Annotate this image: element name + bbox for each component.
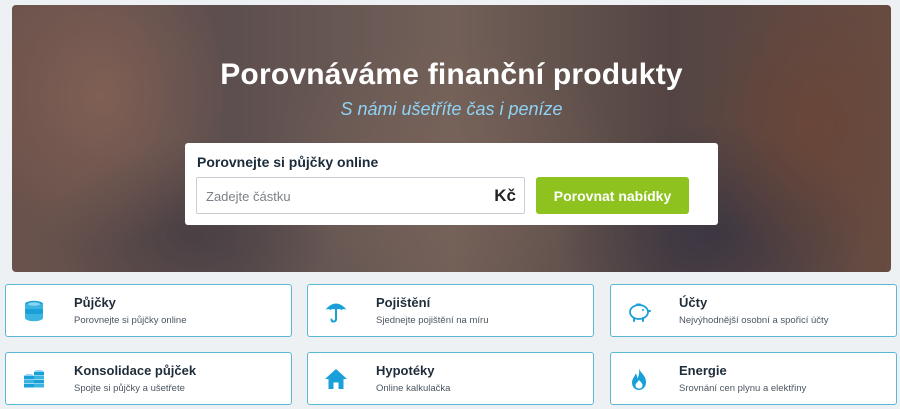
coins-stack-icon <box>20 297 48 325</box>
loan-search-card: Porovnejte si půjčky online Kč Porovnat … <box>185 143 718 225</box>
tile-title: Hypotéky <box>376 363 435 378</box>
category-tile-mortgages[interactable]: Hypotéky Online kalkulačka <box>307 352 594 405</box>
umbrella-icon <box>322 297 350 325</box>
currency-label: Kč <box>494 186 516 205</box>
hero-subtitle: S námi ušetříte čas i peníze <box>340 99 563 119</box>
category-tile-insurance[interactable]: Pojištění Sjednejte pojištění na míru <box>307 284 594 337</box>
tile-description: Srovnání cen plynu a elektřiny <box>679 383 807 394</box>
amount-field[interactable]: Kč <box>196 177 525 214</box>
category-tile-consolidation[interactable]: Konsolidace půjček Spojte si půjčky a uš… <box>5 352 292 405</box>
tile-description: Online kalkulačka <box>376 383 451 394</box>
tile-title: Konsolidace půjček <box>74 363 197 378</box>
tile-title: Energie <box>679 363 727 378</box>
coin-stacks-icon <box>20 365 48 393</box>
tile-description: Sjednejte pojištění na míru <box>376 315 489 326</box>
tile-title: Účty <box>679 295 708 310</box>
tile-description: Porovnejte si půjčky online <box>74 315 187 326</box>
tile-description: Spojte si půjčky a ušetřete <box>74 383 185 394</box>
amount-input[interactable] <box>206 187 476 205</box>
hero-banner: Porovnáváme finanční produkty S námi uše… <box>12 5 891 272</box>
search-card-title: Porovnejte si půjčky online <box>197 154 379 170</box>
hero-title: Porovnáváme finanční produkty <box>220 58 683 91</box>
category-tile-energy[interactable]: Energie Srovnání cen plynu a elektřiny <box>610 352 897 405</box>
tile-title: Půjčky <box>74 295 116 310</box>
compare-offers-button[interactable]: Porovnat nabídky <box>536 177 689 214</box>
tile-title: Pojištění <box>376 295 431 310</box>
flame-icon <box>625 365 653 393</box>
category-tile-loans[interactable]: Půjčky Porovnejte si půjčky online <box>5 284 292 337</box>
house-icon <box>322 365 350 393</box>
piggy-bank-icon <box>625 297 653 325</box>
category-tile-accounts[interactable]: Účty Nejvýhodnější osobní a spořicí účty <box>610 284 897 337</box>
tile-description: Nejvýhodnější osobní a spořicí účty <box>679 315 829 326</box>
